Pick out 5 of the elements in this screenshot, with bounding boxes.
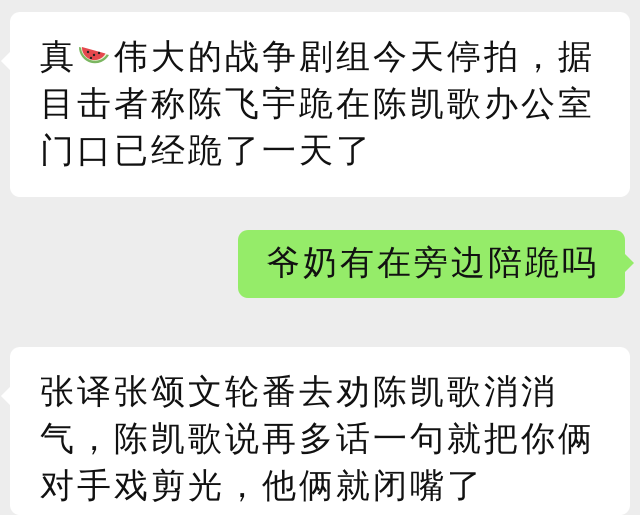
message-text: 爷奶有在旁边陪跪吗 — [266, 242, 599, 285]
message-text: 真 — [40, 37, 77, 77]
message-text: 张译张颂文轮番去劝陈凯歌消消气，陈凯歌说再多话一句就把你俩对手戏剪光，他俩就闭嘴了 — [40, 371, 596, 508]
message-text: 目击者称陈飞宇跪在陈凯歌办公室门口已经跪了一天了 — [40, 83, 596, 173]
message-text: 伟大的战争剧组今天停拍，据 — [114, 37, 595, 77]
